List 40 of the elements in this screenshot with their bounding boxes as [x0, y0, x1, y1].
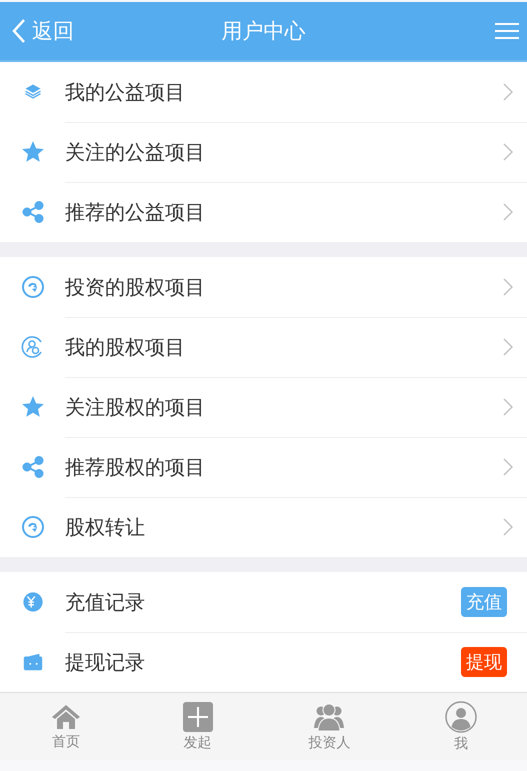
menu-item[interactable]: 关注的公益项目	[0, 122, 527, 182]
menu-item[interactable]: 推荐股权的项目	[0, 437, 527, 497]
item-label: 提现记录	[65, 648, 146, 676]
page-title: 用户中心	[222, 18, 306, 45]
item-label: 投资的股权项目	[65, 274, 206, 300]
share-icon	[20, 200, 44, 224]
menu-item[interactable]: 关注股权的项目	[0, 377, 527, 437]
menu-item[interactable]: 股权转让	[0, 497, 527, 557]
item-label: 我的公益项目	[65, 78, 186, 106]
chevron-icon	[503, 398, 513, 416]
chevron-icon	[503, 518, 513, 536]
chevron-icon	[503, 83, 513, 101]
item-label: 关注的公益项目	[65, 138, 206, 166]
share-icon	[20, 455, 44, 479]
menu-item[interactable]: 提现记录 提现	[0, 632, 527, 692]
menu-item[interactable]: 推荐的公益项目	[0, 182, 527, 242]
item-label: 股权转让	[65, 514, 146, 540]
item-label: 充值记录	[65, 588, 146, 616]
menu-item[interactable]: 投资的股权项目	[0, 257, 527, 317]
menu-item[interactable]: 我的股权项目	[0, 317, 527, 377]
people-icon	[313, 702, 346, 732]
item-label: 关注股权的项目	[65, 394, 206, 420]
plus-icon	[182, 702, 213, 732]
user-avatar-icon	[445, 700, 478, 732]
yen-coin-icon	[22, 591, 44, 613]
wallet-icon	[22, 651, 44, 673]
home-icon	[50, 702, 82, 730]
back-icon	[12, 18, 26, 44]
item-label: 推荐股权的项目	[65, 454, 206, 480]
chevron-icon	[503, 203, 513, 221]
menu-item[interactable]: 我的公益项目	[0, 62, 527, 122]
user-circle-icon	[20, 335, 44, 359]
menu-icon[interactable]	[495, 22, 519, 40]
item-label: 推荐的公益项目	[65, 198, 206, 226]
chevron-icon	[503, 278, 513, 296]
item-label: 我的股权项目	[65, 334, 186, 360]
chevron-icon	[503, 143, 513, 161]
chevron-icon	[503, 458, 513, 476]
menu-item[interactable]: 充值记录 充值	[0, 572, 527, 632]
chevron-icon	[503, 338, 513, 356]
